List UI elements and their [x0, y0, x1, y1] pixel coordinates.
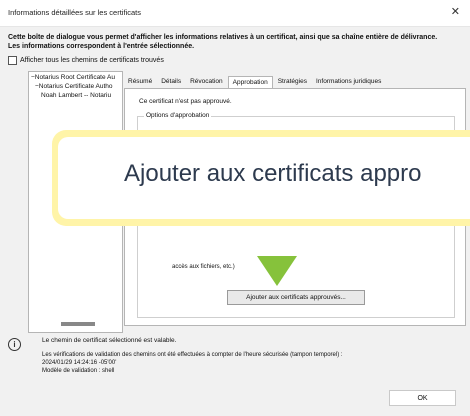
status-title: Le chemin de certificat sélectionné est … — [42, 337, 177, 344]
status-line-1: Les vérifications de validation des chem… — [42, 352, 343, 358]
approval-options-partial-text: accès aux fichiers, etc.) — [172, 264, 235, 270]
tree-item-label: Notarius Certificate Autho — [38, 83, 113, 90]
tree-item-intermediate[interactable]: −Notarius Certificate Autho — [35, 83, 113, 90]
close-icon[interactable]: ✕ — [451, 5, 460, 18]
status-line-3: Modèle de validation : shell — [42, 368, 115, 374]
dialog-description: Cette boîte de dialogue vous permet d'af… — [8, 34, 438, 50]
certificate-details-dialog: Informations détaillées sur les certific… — [0, 0, 470, 416]
show-all-paths-checkbox[interactable] — [8, 56, 17, 65]
tab-bar: Résumé Détails Révocation Approbation St… — [124, 76, 386, 88]
tree-item-label: Noah Lambert -- Notariu — [41, 92, 112, 99]
tab-details[interactable]: Détails — [157, 76, 185, 88]
info-icon: i — [8, 338, 21, 351]
tree-item-label: Notarius Root Certificate Au — [34, 74, 115, 81]
tab-revocation[interactable]: Révocation — [186, 76, 227, 88]
tree-scrollbar-thumb[interactable] — [61, 322, 95, 326]
zoom-callout-text: Ajouter aux certificats appro — [124, 160, 422, 187]
status-line-2: 2024/01/29 14:24:16 -05'00' — [42, 360, 117, 366]
show-all-paths-label: Afficher tous les chemins de certificats… — [20, 57, 164, 64]
approval-options-label: Options d'approbation — [144, 112, 212, 119]
pointer-arrow-icon — [257, 256, 297, 286]
tab-legal-info[interactable]: Informations juridiques — [312, 76, 385, 88]
tree-item-root[interactable]: −Notarius Root Certificate Au — [31, 74, 115, 81]
tab-summary[interactable]: Résumé — [124, 76, 156, 88]
window-title: Informations détaillées sur les certific… — [8, 8, 141, 17]
tree-item-leaf[interactable]: Noah Lambert -- Notariu — [41, 92, 111, 99]
show-all-paths-checkbox-row[interactable]: Afficher tous les chemins de certificats… — [8, 56, 164, 65]
ok-button[interactable]: OK — [389, 390, 456, 406]
tab-approval[interactable]: Approbation — [227, 76, 273, 88]
tab-policies[interactable]: Stratégies — [274, 76, 311, 88]
approval-status-text: Ce certificat n'est pas approuvé. — [139, 98, 232, 105]
add-to-approved-button[interactable]: Ajouter aux certificats approuvés... — [227, 290, 365, 305]
title-bar: Informations détaillées sur les certific… — [0, 0, 470, 27]
